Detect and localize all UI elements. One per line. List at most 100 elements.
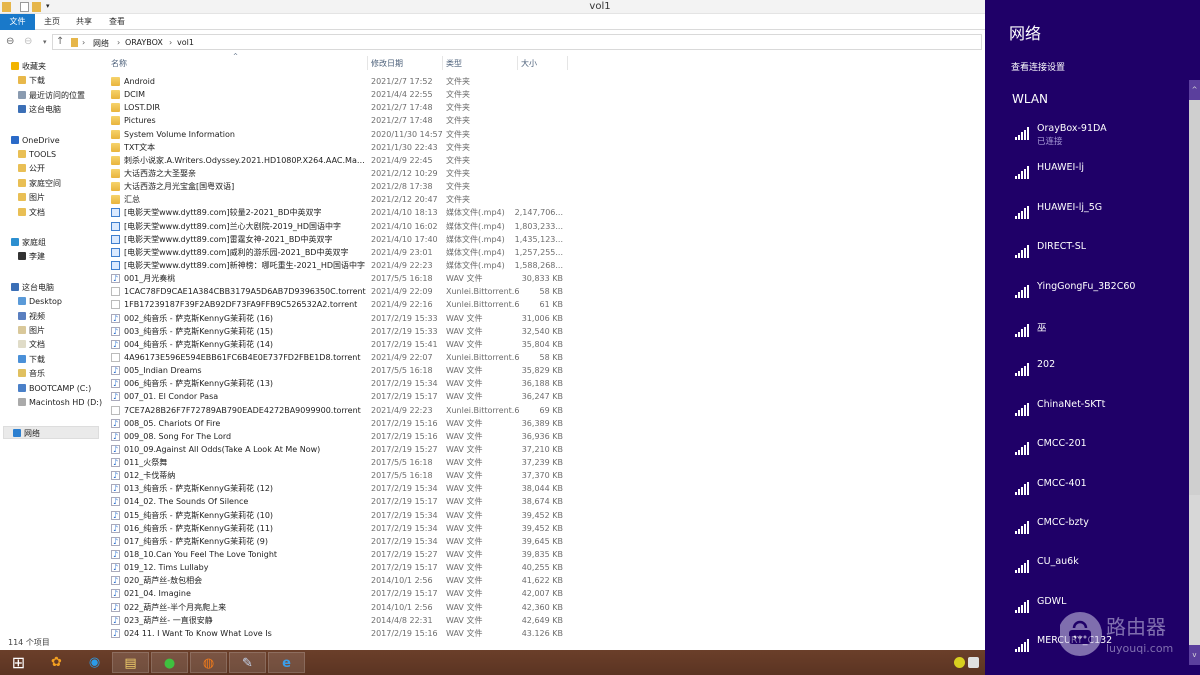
file-row[interactable]: 002_纯音乐 - 萨克斯KennyG茉莉花 (16) 2017/2/19 15:… <box>105 312 575 325</box>
sidebar-item[interactable]: 下载 <box>18 353 45 366</box>
wifi-network-item[interactable]: DIRECT-SL <box>1015 241 1185 275</box>
scroll-up-icon[interactable]: ^ <box>1189 80 1200 100</box>
sidebar-item[interactable]: 公开 <box>18 162 45 175</box>
file-row[interactable]: [电影天堂www.dytt89.com]较量2-2021_BD中英双字 2021/… <box>105 206 575 219</box>
file-row[interactable]: 006_纯音乐 - 萨克斯KennyG茉莉花 (13) 2017/2/19 15:… <box>105 377 575 390</box>
tab-file[interactable]: 文件 <box>0 14 35 30</box>
breadcrumb-oraybox[interactable]: ORAYBOX <box>125 38 163 47</box>
file-row[interactable]: 大话西游之月光宝盒[国粤双语] 2021/2/8 17:38 文件夹 <box>105 180 575 193</box>
wifi-network-item[interactable]: CMCC-201 <box>1015 438 1185 472</box>
file-row[interactable]: [电影天堂www.dytt89.com]雷霆女神-2021_BD中英双字 2021… <box>105 233 575 246</box>
wifi-network-item[interactable]: YingGongFu_3B2C60 <box>1015 281 1185 315</box>
file-row[interactable]: 020_葫芦丝-敖包相会 2014/10/1 2:56 WAV 文件 41,622 K… <box>105 574 575 587</box>
file-row[interactable]: 001_月光奏桃 2017/5/5 16:18 WAV 文件 30,833 KB <box>105 272 575 285</box>
sidebar-item[interactable]: BOOTCAMP (C:) <box>18 382 91 395</box>
app-store-icon[interactable]: ✿ <box>38 652 75 673</box>
file-row[interactable]: 015_纯音乐 - 萨克斯KennyG茉莉花 (10) 2017/2/19 15:… <box>105 509 575 522</box>
ie-icon[interactable]: e <box>268 652 305 673</box>
file-row[interactable]: DCIM 2021/4/4 22:55 文件夹 <box>105 88 575 101</box>
file-row[interactable]: 014_02. The Sounds Of Silence 2017/2/19 1… <box>105 495 575 508</box>
forward-button[interactable]: ⊖ <box>24 36 32 47</box>
firefox-icon[interactable]: ◍ <box>190 652 227 673</box>
file-row[interactable]: 7CE7A28B26F7F72789AB790EADE4272BA9099900… <box>105 404 575 417</box>
sidebar-item[interactable]: 文档 <box>18 206 45 219</box>
file-row[interactable]: [电影天堂www.dytt89.com]兰心大剧院-2019_HD国语中字 202… <box>105 220 575 233</box>
view-connection-settings-link[interactable]: 查看连接设置 <box>1011 60 1065 73</box>
column-type[interactable]: 类型 <box>446 58 462 69</box>
file-row[interactable]: 1FB17239187F39F2AB92DF73FA9FFB9C526532A2… <box>105 298 575 311</box>
sidebar-item[interactable]: 最近访问的位置 <box>18 89 85 102</box>
file-row[interactable]: 009_08. Song For The Lord 2017/2/19 15:16… <box>105 430 575 443</box>
wifi-network-item[interactable]: ChinaNet-SKTt <box>1015 399 1185 433</box>
file-row[interactable]: Pictures 2021/2/7 17:48 文件夹 <box>105 114 575 127</box>
sidebar-item[interactable]: 收藏夹 <box>11 60 46 73</box>
file-row[interactable]: 004_纯音乐 - 萨克斯KennyG茉莉花 (14) 2017/2/19 15:… <box>105 338 575 351</box>
sidebar-item[interactable]: Desktop <box>18 295 62 308</box>
wifi-network-item[interactable]: 202 <box>1015 359 1185 393</box>
file-row[interactable]: 010_09.Against All Odds(Take A Look At M… <box>105 443 575 456</box>
file-row[interactable]: 021_04. Imagine 2017/2/19 15:17 WAV 文件 42,0… <box>105 587 575 600</box>
file-row[interactable]: 018_10.Can You Feel The Love Tonight 2017… <box>105 548 575 561</box>
file-row[interactable]: 汇总 2021/2/12 20:47 文件夹 <box>105 193 575 206</box>
file-row[interactable]: 大话西游之大圣娶亲 2021/2/12 10:29 文件夹 <box>105 167 575 180</box>
file-row[interactable]: 4A96173E596E594EBB61FC6B4E0E737FD2FBE1D8… <box>105 351 575 364</box>
sidebar-item[interactable]: 这台电脑 <box>11 281 54 294</box>
scrollbar-thumb[interactable] <box>1189 100 1200 495</box>
tray-app-icon[interactable] <box>954 657 965 668</box>
sidebar-item[interactable]: 网络 <box>3 426 99 440</box>
qq-browser-icon[interactable]: ◉ <box>76 652 113 673</box>
file-row[interactable]: 003_纯音乐 - 萨克斯KennyG茉莉花 (15) 2017/2/19 15:… <box>105 325 575 338</box>
wifi-network-item[interactable]: 巫 <box>1015 323 1185 354</box>
wifi-network-item[interactable]: OrayBox-91DA 已连接 <box>1015 123 1185 157</box>
sidebar-item[interactable]: Macintosh HD (D:) <box>18 396 102 409</box>
file-row[interactable]: Android 2021/2/7 17:52 文件夹 <box>105 75 575 88</box>
file-row[interactable]: 刺杀小说家.A.Writers.Odyssey.2021.HD1080P.X26… <box>105 154 575 167</box>
sidebar-item[interactable]: 音乐 <box>18 367 45 380</box>
tab-home[interactable]: 主页 <box>36 14 68 30</box>
tab-share[interactable]: 共享 <box>68 14 100 30</box>
file-row[interactable]: [电影天堂www.dytt89.com]新神榜：哪吒重生-2021_HD国语中字… <box>105 259 575 272</box>
security-shield-icon[interactable] <box>968 657 979 668</box>
file-row[interactable]: System Volume Information 2020/11/30 14:5… <box>105 128 575 141</box>
file-row[interactable]: 012_卡伐蒂纳 2017/5/5 16:18 WAV 文件 37,370 KB <box>105 469 575 482</box>
wifi-network-item[interactable]: HUAWEI-lj_5G <box>1015 202 1185 236</box>
file-row[interactable]: 011_火祭舞 2017/5/5 16:18 WAV 文件 37,239 KB <box>105 456 575 469</box>
column-name[interactable]: 名称 <box>111 58 127 69</box>
file-row[interactable]: 1CAC78FD9CAE1A384CBB3179A5D6AB7D9396350C… <box>105 285 575 298</box>
sidebar-item[interactable]: 视频 <box>18 310 45 323</box>
address-bar[interactable]: › 网络 › ORAYBOX › vol1 <box>52 34 982 50</box>
breadcrumb-network[interactable]: 网络 <box>93 38 109 49</box>
file-row[interactable]: 008_05. Chariots Of Fire 2017/2/19 15:16 W… <box>105 417 575 430</box>
sidebar-item[interactable]: 这台电脑 <box>18 103 61 116</box>
breadcrumb-vol1[interactable]: vol1 <box>177 38 194 47</box>
paint-icon[interactable]: ✎ <box>229 652 266 673</box>
file-row[interactable]: 013_纯音乐 - 萨克斯KennyG茉莉花 (12) 2017/2/19 15:… <box>105 482 575 495</box>
file-row[interactable]: 019_12. Tims Lullaby 2017/2/19 15:17 WAV 文… <box>105 561 575 574</box>
file-row[interactable]: 024 11. I Want To Know What Love Is 2017/… <box>105 627 575 640</box>
windows-start-icon[interactable]: ⊞ <box>0 652 37 673</box>
wifi-network-item[interactable]: HUAWEI-lj <box>1015 162 1185 196</box>
file-row[interactable]: LOST.DIR 2021/2/7 17:48 文件夹 <box>105 101 575 114</box>
sidebar-item[interactable]: 家庭组 <box>11 236 46 249</box>
file-row[interactable]: 017_纯音乐 - 萨克斯KennyG茉莉花 (9) 2017/2/19 15:3… <box>105 535 575 548</box>
file-row[interactable]: 022_葫芦丝-半个月亮爬上来 2014/10/1 2:56 WAV 文件 42,36… <box>105 601 575 614</box>
file-explorer-icon[interactable]: ▤ <box>112 652 149 673</box>
wechat-icon[interactable]: ● <box>151 652 188 673</box>
recent-locations-button[interactable]: ▾ <box>43 38 47 46</box>
file-row[interactable]: 023_葫芦丝- 一直很安静 2014/4/8 22:31 WAV 文件 42,649… <box>105 614 575 627</box>
file-row[interactable]: 016_纯音乐 - 萨克斯KennyG茉莉花 (11) 2017/2/19 15:… <box>105 522 575 535</box>
column-date[interactable]: 修改日期 <box>371 58 403 69</box>
sidebar-item[interactable]: 图片 <box>18 324 45 337</box>
wifi-network-item[interactable]: CMCC-bzty <box>1015 517 1185 551</box>
sidebar-item[interactable]: TOOLS <box>18 148 56 161</box>
file-row[interactable]: 007_01. El Condor Pasa 2017/2/19 15:17 WAV… <box>105 390 575 403</box>
wifi-network-item[interactable]: CMCC-401 <box>1015 478 1185 512</box>
sidebar-item[interactable]: OneDrive <box>11 134 60 147</box>
back-button[interactable]: ⊖ <box>6 36 14 47</box>
column-size[interactable]: 大小 <box>521 58 537 69</box>
sidebar-item[interactable]: 李建 <box>18 250 45 263</box>
sidebar-item[interactable]: 下载 <box>18 74 45 87</box>
file-row[interactable]: [电影天堂www.dytt89.com]威利的游乐园-2021_BD中英双字 20… <box>105 246 575 259</box>
sidebar-item[interactable]: 图片 <box>18 191 45 204</box>
tab-view[interactable]: 查看 <box>101 14 133 30</box>
